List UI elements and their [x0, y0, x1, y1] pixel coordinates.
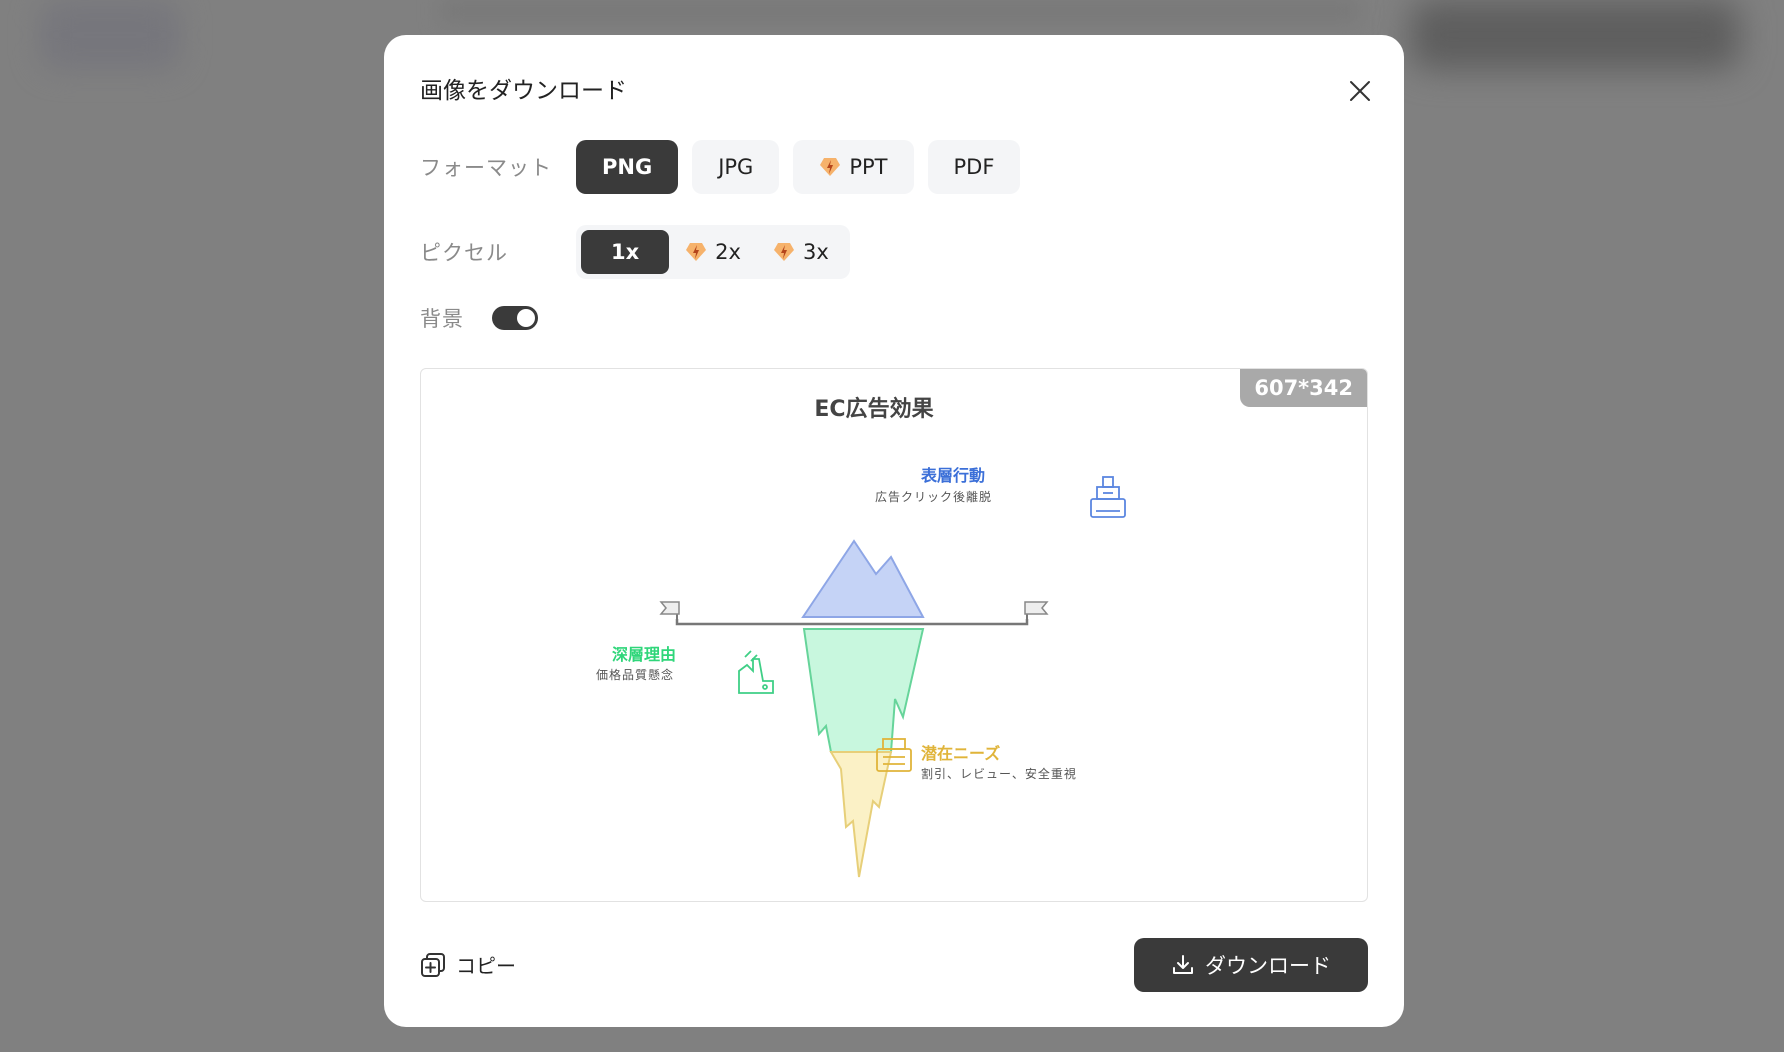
- format-pdf-label: PDF: [953, 155, 995, 179]
- premium-icon: [686, 243, 707, 261]
- toggle-knob: [517, 309, 535, 327]
- copy-label: コピー: [456, 954, 516, 978]
- label-surface-title: 表層行動: [921, 466, 986, 485]
- pixel-1x-label: 1x: [611, 240, 640, 264]
- pixel-3x-label: 3x: [802, 240, 829, 264]
- download-icon: [1173, 955, 1193, 974]
- format-pdf-button[interactable]: PDF: [927, 140, 1021, 194]
- background-blur: [440, 0, 1360, 22]
- pixel-2x-label: 2x: [715, 240, 741, 264]
- copy-icon: [421, 952, 445, 977]
- dialog-title: 画像をダウンロード: [420, 78, 627, 104]
- pixel-3x-button[interactable]: 3x: [757, 230, 845, 274]
- format-label: フォーマット: [420, 156, 552, 180]
- background-row: 背景: [420, 303, 538, 333]
- format-ppt-button[interactable]: PPT: [793, 140, 914, 194]
- pixel-segmented-control: 1x 2x 3x: [576, 225, 850, 279]
- format-png-button[interactable]: PNG: [576, 140, 679, 194]
- hand-icon: [738, 650, 774, 694]
- background-blur: [40, 0, 180, 70]
- premium-icon: [773, 243, 794, 261]
- close-button[interactable]: [1340, 71, 1380, 111]
- format-png-label: PNG: [602, 155, 653, 179]
- label-deep-title: 深層理由: [612, 645, 677, 664]
- pixel-1x-button[interactable]: 1x: [581, 230, 670, 274]
- download-button[interactable]: ダウンロード: [1134, 938, 1368, 992]
- label-latent-subtitle: 割引、レビュー、安全重視: [921, 767, 1077, 781]
- copy-button[interactable]: コピー: [420, 950, 516, 979]
- background-blur: [1410, 0, 1740, 70]
- iceberg-diagram: [657, 476, 1126, 878]
- background-label: 背景: [420, 307, 464, 331]
- download-label: ダウンロード: [1205, 954, 1331, 978]
- close-icon: [1350, 81, 1370, 101]
- iceberg-middle: [802, 628, 925, 753]
- background-toggle[interactable]: [492, 306, 538, 330]
- format-row: フォーマット PNG JPG PPT PDF: [420, 140, 1034, 194]
- pixel-label: ピクセル: [420, 241, 508, 265]
- premium-icon: [820, 158, 841, 176]
- building-icon: [1090, 476, 1126, 518]
- image-preview: 607*342 EC広告効果 表層行動 広告クリック後離脱 深層理由 価格品質懸…: [420, 368, 1368, 902]
- format-ppt-label: PPT: [849, 155, 888, 179]
- label-surface-subtitle: 広告クリック後離脱: [875, 490, 993, 504]
- label-deep-subtitle: 価格品質懸念: [596, 668, 675, 682]
- format-jpg-label: JPG: [718, 155, 754, 179]
- iceberg-top: [801, 539, 925, 618]
- pixel-2x-button[interactable]: 2x: [669, 230, 757, 274]
- download-image-dialog: 画像をダウンロード フォーマット PNG JPG PPT PDF ピクセル 1x…: [384, 35, 1404, 1027]
- label-latent-title: 潜在ニーズ: [921, 744, 1001, 763]
- pixel-row: ピクセル 1x 2x 3x: [420, 225, 850, 279]
- format-jpg-button[interactable]: JPG: [692, 140, 780, 194]
